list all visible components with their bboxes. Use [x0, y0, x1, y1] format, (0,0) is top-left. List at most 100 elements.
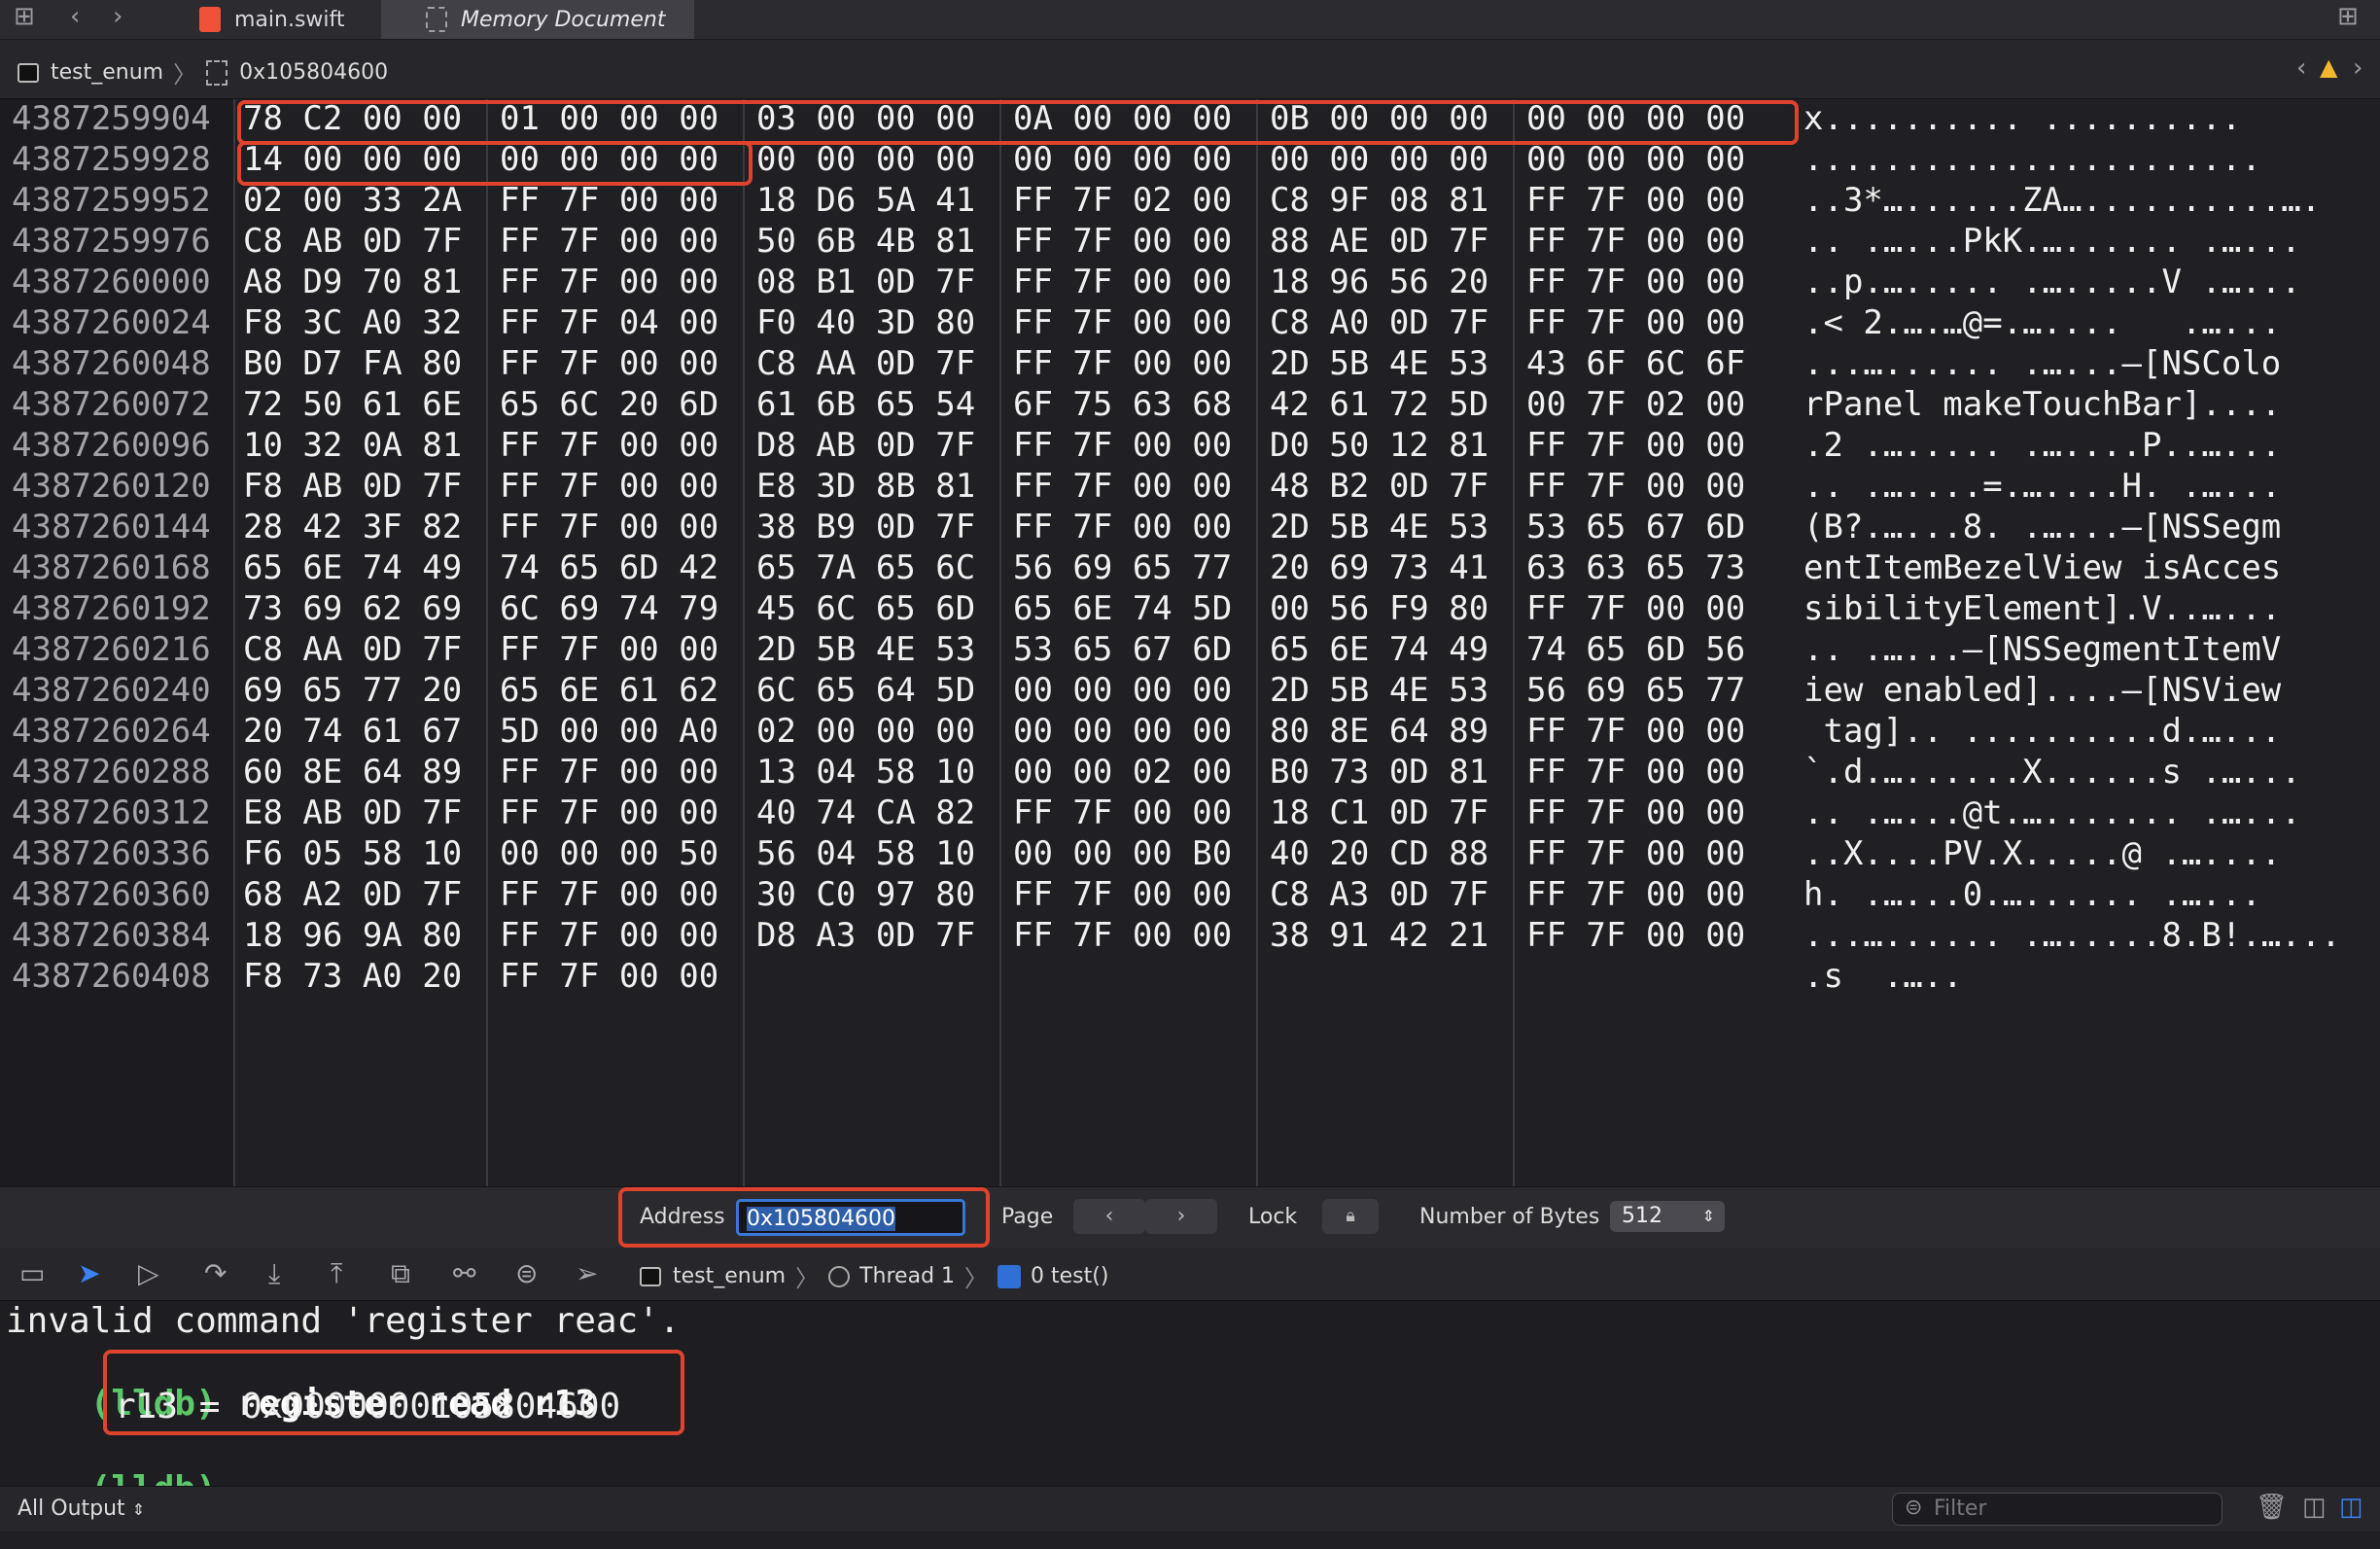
ascii-row[interactable]: .......................	[1803, 140, 2261, 179]
hex-group[interactable]: FF 7F 00 00	[500, 916, 718, 955]
hex-group[interactable]: 65 6E 74 49	[243, 548, 462, 587]
filter-input[interactable]: ⊜ Filter	[1892, 1493, 2222, 1526]
hex-group[interactable]: B0 73 0D 81	[1270, 753, 1488, 792]
hex-group[interactable]: FF 7F 00 00	[500, 263, 718, 301]
hex-group[interactable]: F8 AB 0D 7F	[243, 467, 462, 506]
hex-group[interactable]: FF 7F 00 00	[1526, 467, 1745, 506]
hex-group[interactable]: E8 AB 0D 7F	[243, 793, 462, 832]
hex-group[interactable]: FF 7F 00 00	[1526, 753, 1745, 792]
hex-group[interactable]: FF 7F 00 00	[1013, 793, 1232, 832]
hex-group[interactable]: A8 D9 70 81	[243, 263, 462, 301]
console-output[interactable]: invalid command 'register reac'. (lldb) …	[0, 1301, 2380, 1509]
hex-group[interactable]: 74 65 6D 56	[1526, 630, 1745, 669]
hex-group[interactable]: 00 00 00 00	[1013, 140, 1232, 179]
hex-group[interactable]: FF 7F 00 00	[1013, 916, 1232, 955]
ascii-row[interactable]: .. .…...–[NSSegmentItemV	[1803, 630, 2281, 669]
hex-group[interactable]: 56 69 65 77	[1526, 671, 1745, 710]
hex-group[interactable]: 69 65 77 20	[243, 671, 462, 710]
hex-group[interactable]: 56 04 58 10	[756, 834, 975, 873]
hex-group[interactable]: 65 6E 74 5D	[1013, 589, 1232, 628]
hex-group[interactable]: 28 42 3F 82	[243, 508, 462, 546]
ascii-row[interactable]: .. .…....=.…....H. .…...	[1803, 467, 2281, 506]
tab-memory-document[interactable]: Memory Document	[381, 0, 694, 39]
hex-group[interactable]: FF 7F 00 00	[500, 957, 718, 996]
hex-group[interactable]: 56 69 65 77	[1013, 548, 1232, 587]
hex-group[interactable]: FF 7F 00 00	[1013, 426, 1232, 465]
hex-group[interactable]: B0 D7 FA 80	[243, 344, 462, 383]
hex-group[interactable]: 45 6C 65 6D	[756, 589, 975, 628]
ascii-row[interactable]: (B?.…...8. .…...–[NSSegm	[1803, 508, 2281, 546]
ascii-row[interactable]: ..p.…..... .….....V .…...	[1803, 263, 2301, 301]
bytes-select[interactable]: 512 ⇕	[1610, 1201, 1725, 1232]
tab-main-swift[interactable]: main.swift	[199, 0, 379, 39]
add-editor-icon[interactable]: ⊞	[2337, 2, 2359, 31]
debug-target[interactable]: test_enum	[673, 1264, 786, 1288]
continue-icon[interactable]: ▷	[138, 1257, 159, 1289]
back-icon[interactable]: ‹	[2296, 53, 2306, 83]
output-selector[interactable]: All Output ⇕	[18, 1496, 145, 1521]
hex-group[interactable]: 20 74 61 67	[243, 712, 462, 751]
hex-group[interactable]: FF 7F 00 00	[500, 467, 718, 506]
hex-group[interactable]: FF 7F 00 00	[500, 344, 718, 383]
hex-group[interactable]: 38 91 42 21	[1270, 916, 1488, 955]
ascii-row[interactable]: h. .…...0.…...... .…...	[1803, 875, 2261, 914]
hex-group[interactable]: 5D 00 00 A0	[500, 712, 718, 751]
hex-group[interactable]: 53 65 67 6D	[1013, 630, 1232, 669]
hex-group[interactable]: 18 D6 5A 41	[756, 181, 975, 220]
hex-group[interactable]: C8 A3 0D 7F	[1270, 875, 1488, 914]
hex-group[interactable]: C8 AA 0D 7F	[756, 344, 975, 383]
breakpoints-icon[interactable]: ➤	[78, 1257, 100, 1289]
ascii-row[interactable]: sibilityElement].V..…...	[1803, 589, 2281, 628]
hex-group[interactable]: 6C 65 64 5D	[756, 671, 975, 710]
hex-group[interactable]: 65 6E 74 49	[1270, 630, 1488, 669]
breadcrumb-target[interactable]: test_enum	[51, 60, 163, 85]
hex-group[interactable]: 60 8E 64 89	[243, 753, 462, 792]
hex-group[interactable]: FF 7F 00 00	[1526, 263, 1745, 301]
ascii-row[interactable]: tag].. ..........d.…...	[1803, 712, 2281, 751]
hex-group[interactable]: 6F 75 63 68	[1013, 385, 1232, 424]
hex-group[interactable]: 42 61 72 5D	[1270, 385, 1488, 424]
hex-group[interactable]: 00 7F 02 00	[1526, 385, 1745, 424]
hex-group[interactable]: 6C 69 74 79	[500, 589, 718, 628]
hex-group[interactable]: FF 7F 00 00	[1526, 222, 1745, 261]
hex-group[interactable]: 00 56 F9 80	[1270, 589, 1488, 628]
hex-group[interactable]: 18 96 56 20	[1270, 263, 1488, 301]
hex-group[interactable]: 88 AE 0D 7F	[1270, 222, 1488, 261]
hex-group[interactable]: F6 05 58 10	[243, 834, 462, 873]
hex-group[interactable]: 50 6B 4B 81	[756, 222, 975, 261]
hex-group[interactable]: 73 69 62 69	[243, 589, 462, 628]
hex-group[interactable]: 48 B2 0D 7F	[1270, 467, 1488, 506]
hex-group[interactable]: 18 C1 0D 7F	[1270, 793, 1488, 832]
page-previous-button[interactable]: ‹	[1073, 1199, 1145, 1234]
hex-group[interactable]: 02 00 33 2A	[243, 181, 462, 220]
split-right-icon[interactable]: ◫	[2339, 1493, 2363, 1522]
page-next-button[interactable]: ›	[1145, 1199, 1217, 1234]
hex-group[interactable]: 43 6F 6C 6F	[1526, 344, 1745, 383]
hex-group[interactable]: 2D 5B 4E 53	[1270, 344, 1488, 383]
hex-group[interactable]: F0 40 3D 80	[756, 303, 975, 342]
ascii-row[interactable]: ..3*…......ZA…..........….	[1803, 181, 2321, 220]
lock-icon[interactable]: 🔒︎	[1322, 1199, 1379, 1234]
hex-group[interactable]: FF 7F 00 00	[1013, 508, 1232, 546]
debug-thread[interactable]: Thread 1	[859, 1264, 955, 1288]
hex-group[interactable]: 38 B9 0D 7F	[756, 508, 975, 546]
location-icon[interactable]: ➢	[576, 1257, 598, 1289]
hex-group[interactable]: 72 50 61 6E	[243, 385, 462, 424]
hex-group[interactable]: FF 7F 00 00	[1526, 834, 1745, 873]
hex-group[interactable]: D8 A3 0D 7F	[756, 916, 975, 955]
hex-group[interactable]: 00 00 00 B0	[1013, 834, 1232, 873]
memory-hex-view[interactable]: 4387259904 78 C2 00 00 01 00 00 00 03 00 00…	[0, 99, 2380, 1186]
hex-group[interactable]: FF 7F 00 00	[500, 508, 718, 546]
hex-group[interactable]: 30 C0 97 80	[756, 875, 975, 914]
hex-group[interactable]: C8 AA 0D 7F	[243, 630, 462, 669]
hex-group[interactable]: FF 7F 00 00	[1526, 793, 1745, 832]
hex-group[interactable]: FF 7F 00 00	[1526, 426, 1745, 465]
hex-group[interactable]: FF 7F 00 00	[1013, 222, 1232, 261]
hex-group[interactable]: 00 00 00 00	[1270, 140, 1488, 179]
hex-group[interactable]: FF 7F 00 00	[1526, 916, 1745, 955]
ascii-row[interactable]: entItemBezelView isAcces	[1803, 548, 2281, 587]
ascii-row[interactable]: x.......... ..........	[1803, 99, 2241, 138]
hide-console-icon[interactable]: ▭	[19, 1257, 45, 1289]
trash-icon[interactable]: 🗑︎	[2256, 1493, 2288, 1522]
ascii-row[interactable]: .. .…...@t.…....... .…...	[1803, 793, 2301, 832]
